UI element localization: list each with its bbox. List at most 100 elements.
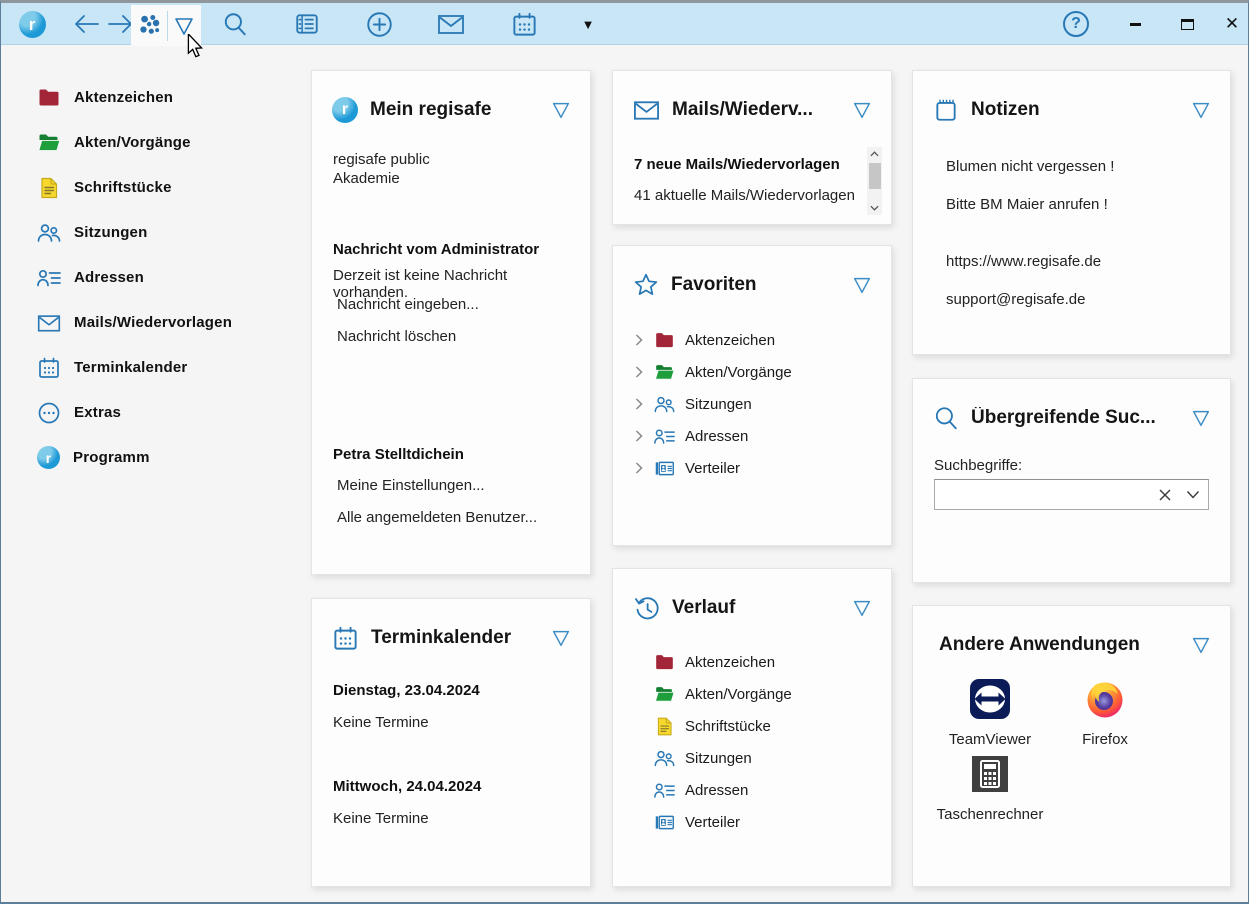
teamviewer-icon xyxy=(969,678,1011,720)
card-title: Favoriten xyxy=(671,274,839,296)
app-shortcut-taschenrechner[interactable]: Taschenrechner xyxy=(934,753,1046,823)
admin-message-heading: Nachricht vom Administrator xyxy=(333,241,574,258)
app-label: Firefox xyxy=(1049,731,1161,748)
card-header: Verlauf xyxy=(633,593,873,623)
add-button[interactable] xyxy=(363,3,395,45)
note-item-link[interactable]: https://www.regisafe.de xyxy=(946,253,1214,270)
sidebar-item-akten-vorgaenge[interactable]: Akten/Vorgänge xyxy=(37,120,297,165)
chevron-down-icon[interactable] xyxy=(550,99,572,121)
delete-message-link[interactable]: Nachricht löschen xyxy=(333,328,574,345)
maximize-icon xyxy=(1181,19,1194,30)
note-item[interactable]: Blumen nicht vergessen ! xyxy=(946,158,1214,175)
sidebar-item-label: Sitzungen xyxy=(74,224,147,241)
favorite-item-adressen[interactable]: Adressen xyxy=(634,420,877,452)
document-yellow-icon xyxy=(654,716,675,737)
sidebar-item-adressen[interactable]: Adressen xyxy=(37,255,297,300)
calendar-icon xyxy=(511,11,538,38)
envelope-icon xyxy=(633,99,660,121)
card-favoriten: Favoriten Aktenzeichen Akten/Vorgänge Si… xyxy=(612,245,892,546)
sidebar-item-programm[interactable]: r Programm xyxy=(37,435,297,480)
history-item-akten-vorgaenge[interactable]: Akten/Vorgänge xyxy=(654,678,877,710)
sidebar-item-sitzungen[interactable]: Sitzungen xyxy=(37,210,297,255)
envelope-icon xyxy=(37,311,61,335)
scroll-up-icon[interactable] xyxy=(867,147,882,161)
favorite-item-aktenzeichen[interactable]: Aktenzeichen xyxy=(634,324,877,356)
favorite-item-label: Aktenzeichen xyxy=(685,332,775,349)
calendar-day-info: Keine Termine xyxy=(333,714,574,731)
chevron-down-icon[interactable] xyxy=(550,627,572,649)
card-header: r Mein regisafe xyxy=(332,95,572,125)
folder-green-open-icon xyxy=(654,362,675,383)
history-item-label: Sitzungen xyxy=(685,750,752,767)
chevron-down-icon[interactable] xyxy=(1190,99,1212,121)
menu-down-icon: ▼ xyxy=(582,17,595,32)
chevron-right-icon[interactable] xyxy=(634,430,644,442)
scroll-down-icon[interactable] xyxy=(867,201,882,215)
card-title: Übergreifende Suc... xyxy=(971,407,1178,429)
chevron-down-icon[interactable] xyxy=(1190,407,1212,429)
new-mails-count[interactable]: 7 neue Mails/Wiedervorlagen xyxy=(634,156,857,173)
card-title: Mails/Wiederv... xyxy=(672,99,839,121)
folder-red-icon xyxy=(37,86,61,110)
history-item-schriftstuecke[interactable]: Schriftstücke xyxy=(654,710,877,742)
sidebar-item-terminkalender[interactable]: Terminkalender xyxy=(37,345,297,390)
document-yellow-icon xyxy=(37,176,61,200)
chevron-down-icon[interactable] xyxy=(1190,634,1212,656)
chevron-down-icon[interactable] xyxy=(851,99,873,121)
chevron-right-icon[interactable] xyxy=(634,398,644,410)
note-item[interactable]: Bitte BM Maier anrufen ! xyxy=(946,196,1214,213)
help-button[interactable]: ? xyxy=(1061,3,1091,45)
minimize-button[interactable] xyxy=(1121,3,1149,45)
close-button[interactable]: ✕ xyxy=(1217,3,1247,45)
note-item-link[interactable]: support@regisafe.de xyxy=(946,291,1214,308)
maximize-button[interactable] xyxy=(1173,3,1201,45)
calendar-button[interactable] xyxy=(507,3,541,45)
search-terms-field[interactable] xyxy=(934,479,1209,510)
org-name-line2: Akademie xyxy=(333,170,574,187)
app-logo[interactable]: r xyxy=(17,3,47,45)
app-label: Taschenrechner xyxy=(934,806,1046,823)
mail-button[interactable] xyxy=(435,3,467,45)
sidebar-item-extras[interactable]: Extras xyxy=(37,390,297,435)
app-window: r xyxy=(0,0,1249,904)
notepad-icon xyxy=(933,97,959,123)
scrollbar-thumb[interactable] xyxy=(869,163,881,189)
app-shortcut-firefox[interactable]: Firefox xyxy=(1049,678,1161,748)
search-icon xyxy=(222,11,248,37)
scrollbar-vertical[interactable] xyxy=(867,147,882,215)
my-settings-link[interactable]: Meine Einstellungen... xyxy=(333,477,574,494)
app-shortcut-teamviewer[interactable]: TeamViewer xyxy=(934,678,1046,748)
mouse-cursor xyxy=(184,34,206,58)
chevron-down-icon[interactable] xyxy=(851,274,873,296)
search-button[interactable] xyxy=(219,3,251,45)
back-button[interactable] xyxy=(71,3,101,45)
toolbar-menu-button[interactable]: ▼ xyxy=(575,3,601,45)
chevron-right-icon[interactable] xyxy=(634,462,644,474)
news-button[interactable] xyxy=(291,3,323,45)
chevron-right-icon[interactable] xyxy=(634,366,644,378)
history-item-aktenzeichen[interactable]: Aktenzeichen xyxy=(654,646,877,678)
logged-in-users-link[interactable]: Alle angemeldeten Benutzer... xyxy=(333,509,574,526)
sidebar-item-schriftstuecke[interactable]: Schriftstücke xyxy=(37,165,297,210)
chevron-right-icon[interactable] xyxy=(634,334,644,346)
history-icon xyxy=(633,595,660,622)
sidebar-item-aktenzeichen[interactable]: Aktenzeichen xyxy=(37,75,297,120)
sidebar-item-mails[interactable]: Mails/Wiedervorlagen xyxy=(37,300,297,345)
favorite-item-akten-vorgaenge[interactable]: Akten/Vorgänge xyxy=(634,356,877,388)
chevron-down-icon[interactable] xyxy=(851,597,873,619)
favorite-item-verteiler[interactable]: Verteiler xyxy=(634,452,877,484)
news-list-icon xyxy=(294,11,320,37)
ellipsis-circle-icon xyxy=(37,401,61,425)
history-item-adressen[interactable]: Adressen xyxy=(654,774,877,806)
favorite-item-sitzungen[interactable]: Sitzungen xyxy=(634,388,877,420)
clear-search-button[interactable] xyxy=(1158,488,1172,502)
history-item-sitzungen[interactable]: Sitzungen xyxy=(654,742,877,774)
current-mails-count[interactable]: 41 aktuelle Mails/Wiedervorlagen in xyxy=(634,187,857,204)
contact-icon xyxy=(654,780,675,801)
favorite-item-label: Verteiler xyxy=(685,460,740,477)
history-item-verteiler[interactable]: Verteiler xyxy=(654,806,877,838)
search-input[interactable] xyxy=(939,481,1138,508)
help-icon: ? xyxy=(1063,11,1089,37)
search-dropdown-button[interactable] xyxy=(1186,490,1200,499)
enter-message-link[interactable]: Nachricht eingeben... xyxy=(333,296,574,313)
